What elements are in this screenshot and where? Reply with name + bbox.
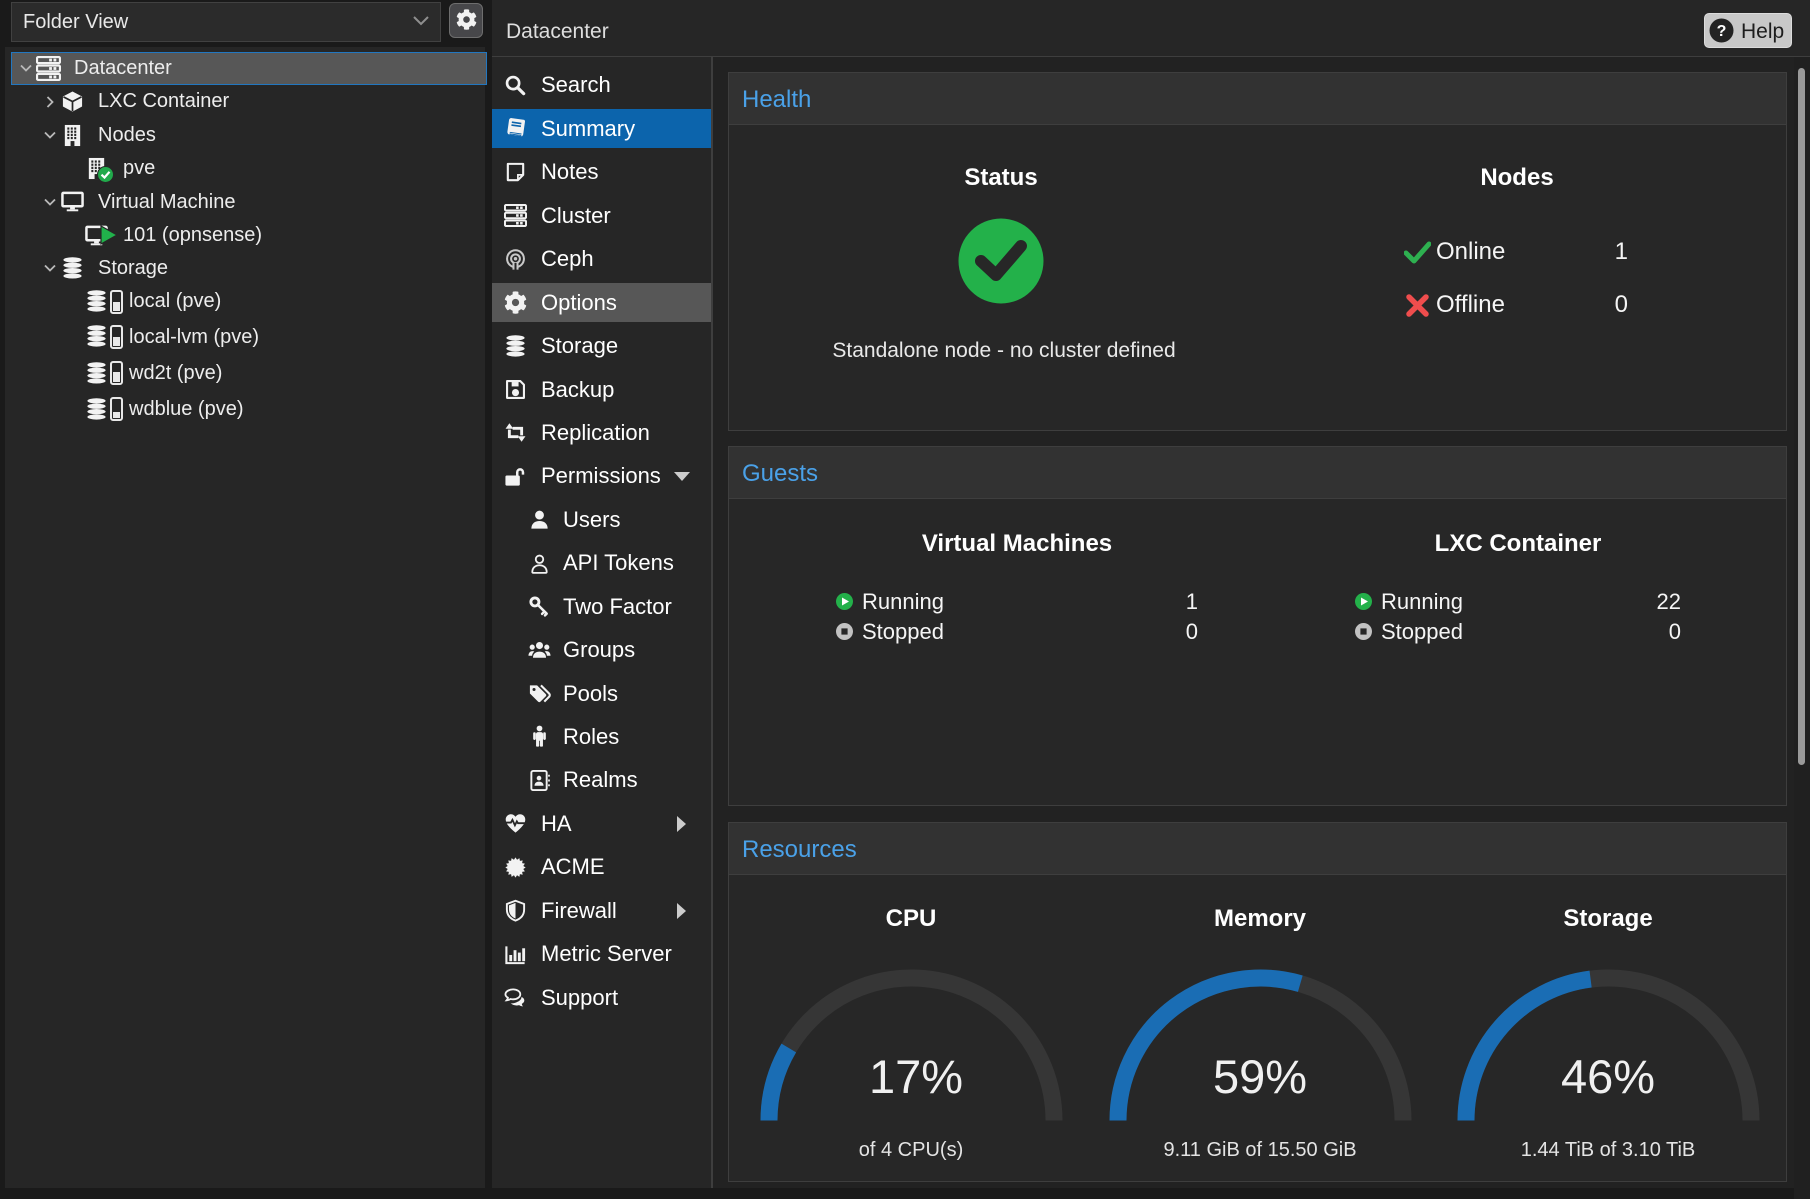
svg-text:?: ?	[1717, 23, 1727, 40]
